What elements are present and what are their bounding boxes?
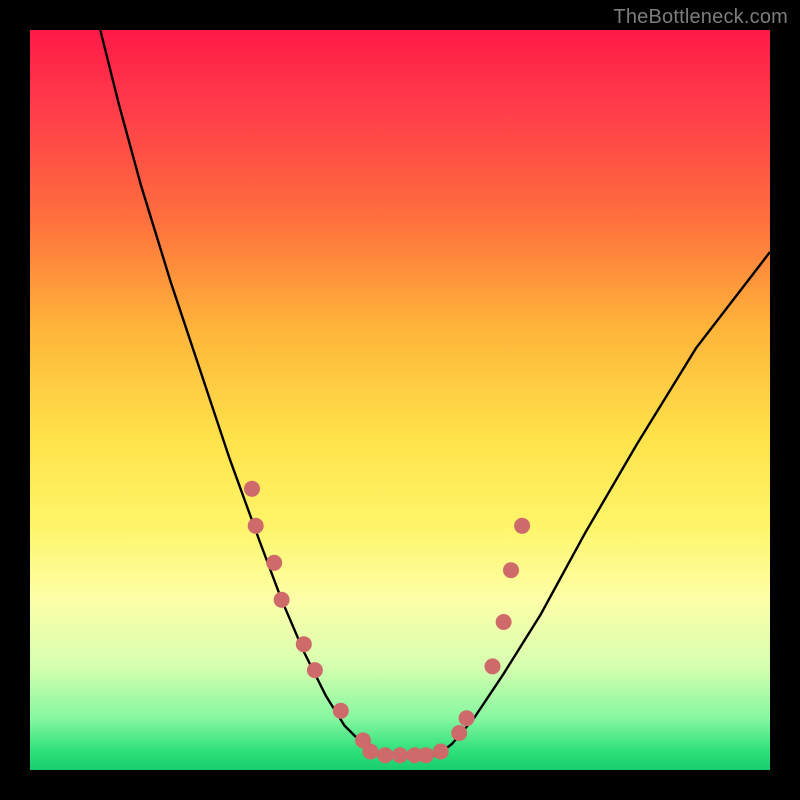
curve-marker xyxy=(244,481,260,497)
curve-marker xyxy=(485,658,501,674)
curve-markers xyxy=(244,481,530,763)
curve-marker xyxy=(296,636,312,652)
curve-marker xyxy=(514,518,530,534)
curve-marker xyxy=(392,747,408,763)
curve-marker xyxy=(377,747,393,763)
bottleneck-curve xyxy=(30,30,770,770)
curve-marker xyxy=(362,744,378,760)
curve-marker xyxy=(503,562,519,578)
curve-marker xyxy=(459,710,475,726)
curve-marker xyxy=(307,662,323,678)
curve-marker xyxy=(274,592,290,608)
curve-path xyxy=(100,30,770,757)
curve-marker xyxy=(248,518,264,534)
curve-marker xyxy=(266,555,282,571)
frame: TheBottleneck.com xyxy=(0,0,800,800)
curve-marker xyxy=(433,744,449,760)
plot-area xyxy=(30,30,770,770)
curve-marker xyxy=(451,725,467,741)
curve-marker xyxy=(333,703,349,719)
curve-marker xyxy=(418,747,434,763)
watermark-text: TheBottleneck.com xyxy=(613,6,788,29)
curve-marker xyxy=(496,614,512,630)
